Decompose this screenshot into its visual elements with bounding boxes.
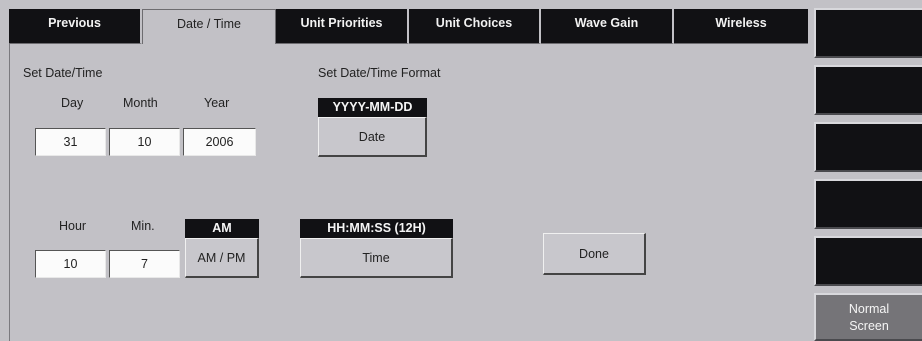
day-label: Day <box>61 96 84 110</box>
tab-label: Unit Priorities <box>300 16 383 30</box>
tab-unit-choices[interactable]: Unit Choices <box>409 9 541 44</box>
set-date-time-heading: Set Date/Time <box>23 66 103 80</box>
tab-wave-gain[interactable]: Wave Gain <box>541 9 674 44</box>
main-panel <box>9 44 809 341</box>
normal-screen-line2: Screen <box>849 319 889 333</box>
normal-screen-line1: Normal <box>848 302 890 316</box>
soft-key-1[interactable] <box>814 8 922 58</box>
soft-key-5[interactable] <box>814 236 922 286</box>
minute-field[interactable]: 7 <box>109 250 180 278</box>
hour-field[interactable]: 10 <box>35 250 106 278</box>
tab-previous[interactable]: Previous <box>9 9 142 44</box>
soft-key-2[interactable] <box>814 65 922 115</box>
done-button[interactable]: Done <box>543 233 646 275</box>
year-label: Year <box>204 96 230 110</box>
normal-screen-button[interactable]: Normal Screen <box>814 293 922 341</box>
year-field[interactable]: 2006 <box>183 128 256 156</box>
tab-label: Date / Time <box>177 17 241 31</box>
month-label: Month <box>123 96 158 110</box>
format-heading: Set Date/Time Format <box>318 66 441 80</box>
tab-label: Unit Choices <box>435 16 513 30</box>
settings-screen: Previous Date / Time Unit Priorities Uni… <box>0 0 922 341</box>
minute-label: Min. <box>131 219 155 233</box>
tab-label: Previous <box>48 16 101 30</box>
tab-unit-priorities[interactable]: Unit Priorities <box>276 9 409 44</box>
tab-date-time[interactable]: Date / Time <box>142 9 276 46</box>
month-field[interactable]: 10 <box>109 128 180 156</box>
date-format-value: YYYY-MM-DD <box>318 98 427 117</box>
time-format-button[interactable]: Time <box>300 238 453 278</box>
soft-key-panel: Normal Screen <box>808 0 922 341</box>
day-field[interactable]: 31 <box>35 128 106 156</box>
tab-label: Wireless <box>715 16 767 30</box>
ampm-button[interactable]: AM / PM <box>185 238 259 278</box>
ampm-value: AM <box>185 219 259 238</box>
hour-label: Hour <box>59 219 87 233</box>
tab-wireless[interactable]: Wireless <box>674 9 808 44</box>
tab-bar: Previous Date / Time Unit Priorities Uni… <box>9 9 808 46</box>
soft-key-4[interactable] <box>814 179 922 229</box>
tab-label: Wave Gain <box>574 16 639 30</box>
time-format-value: HH:MM:SS (12H) <box>300 219 453 238</box>
soft-key-3[interactable] <box>814 122 922 172</box>
date-format-button[interactable]: Date <box>318 117 427 157</box>
